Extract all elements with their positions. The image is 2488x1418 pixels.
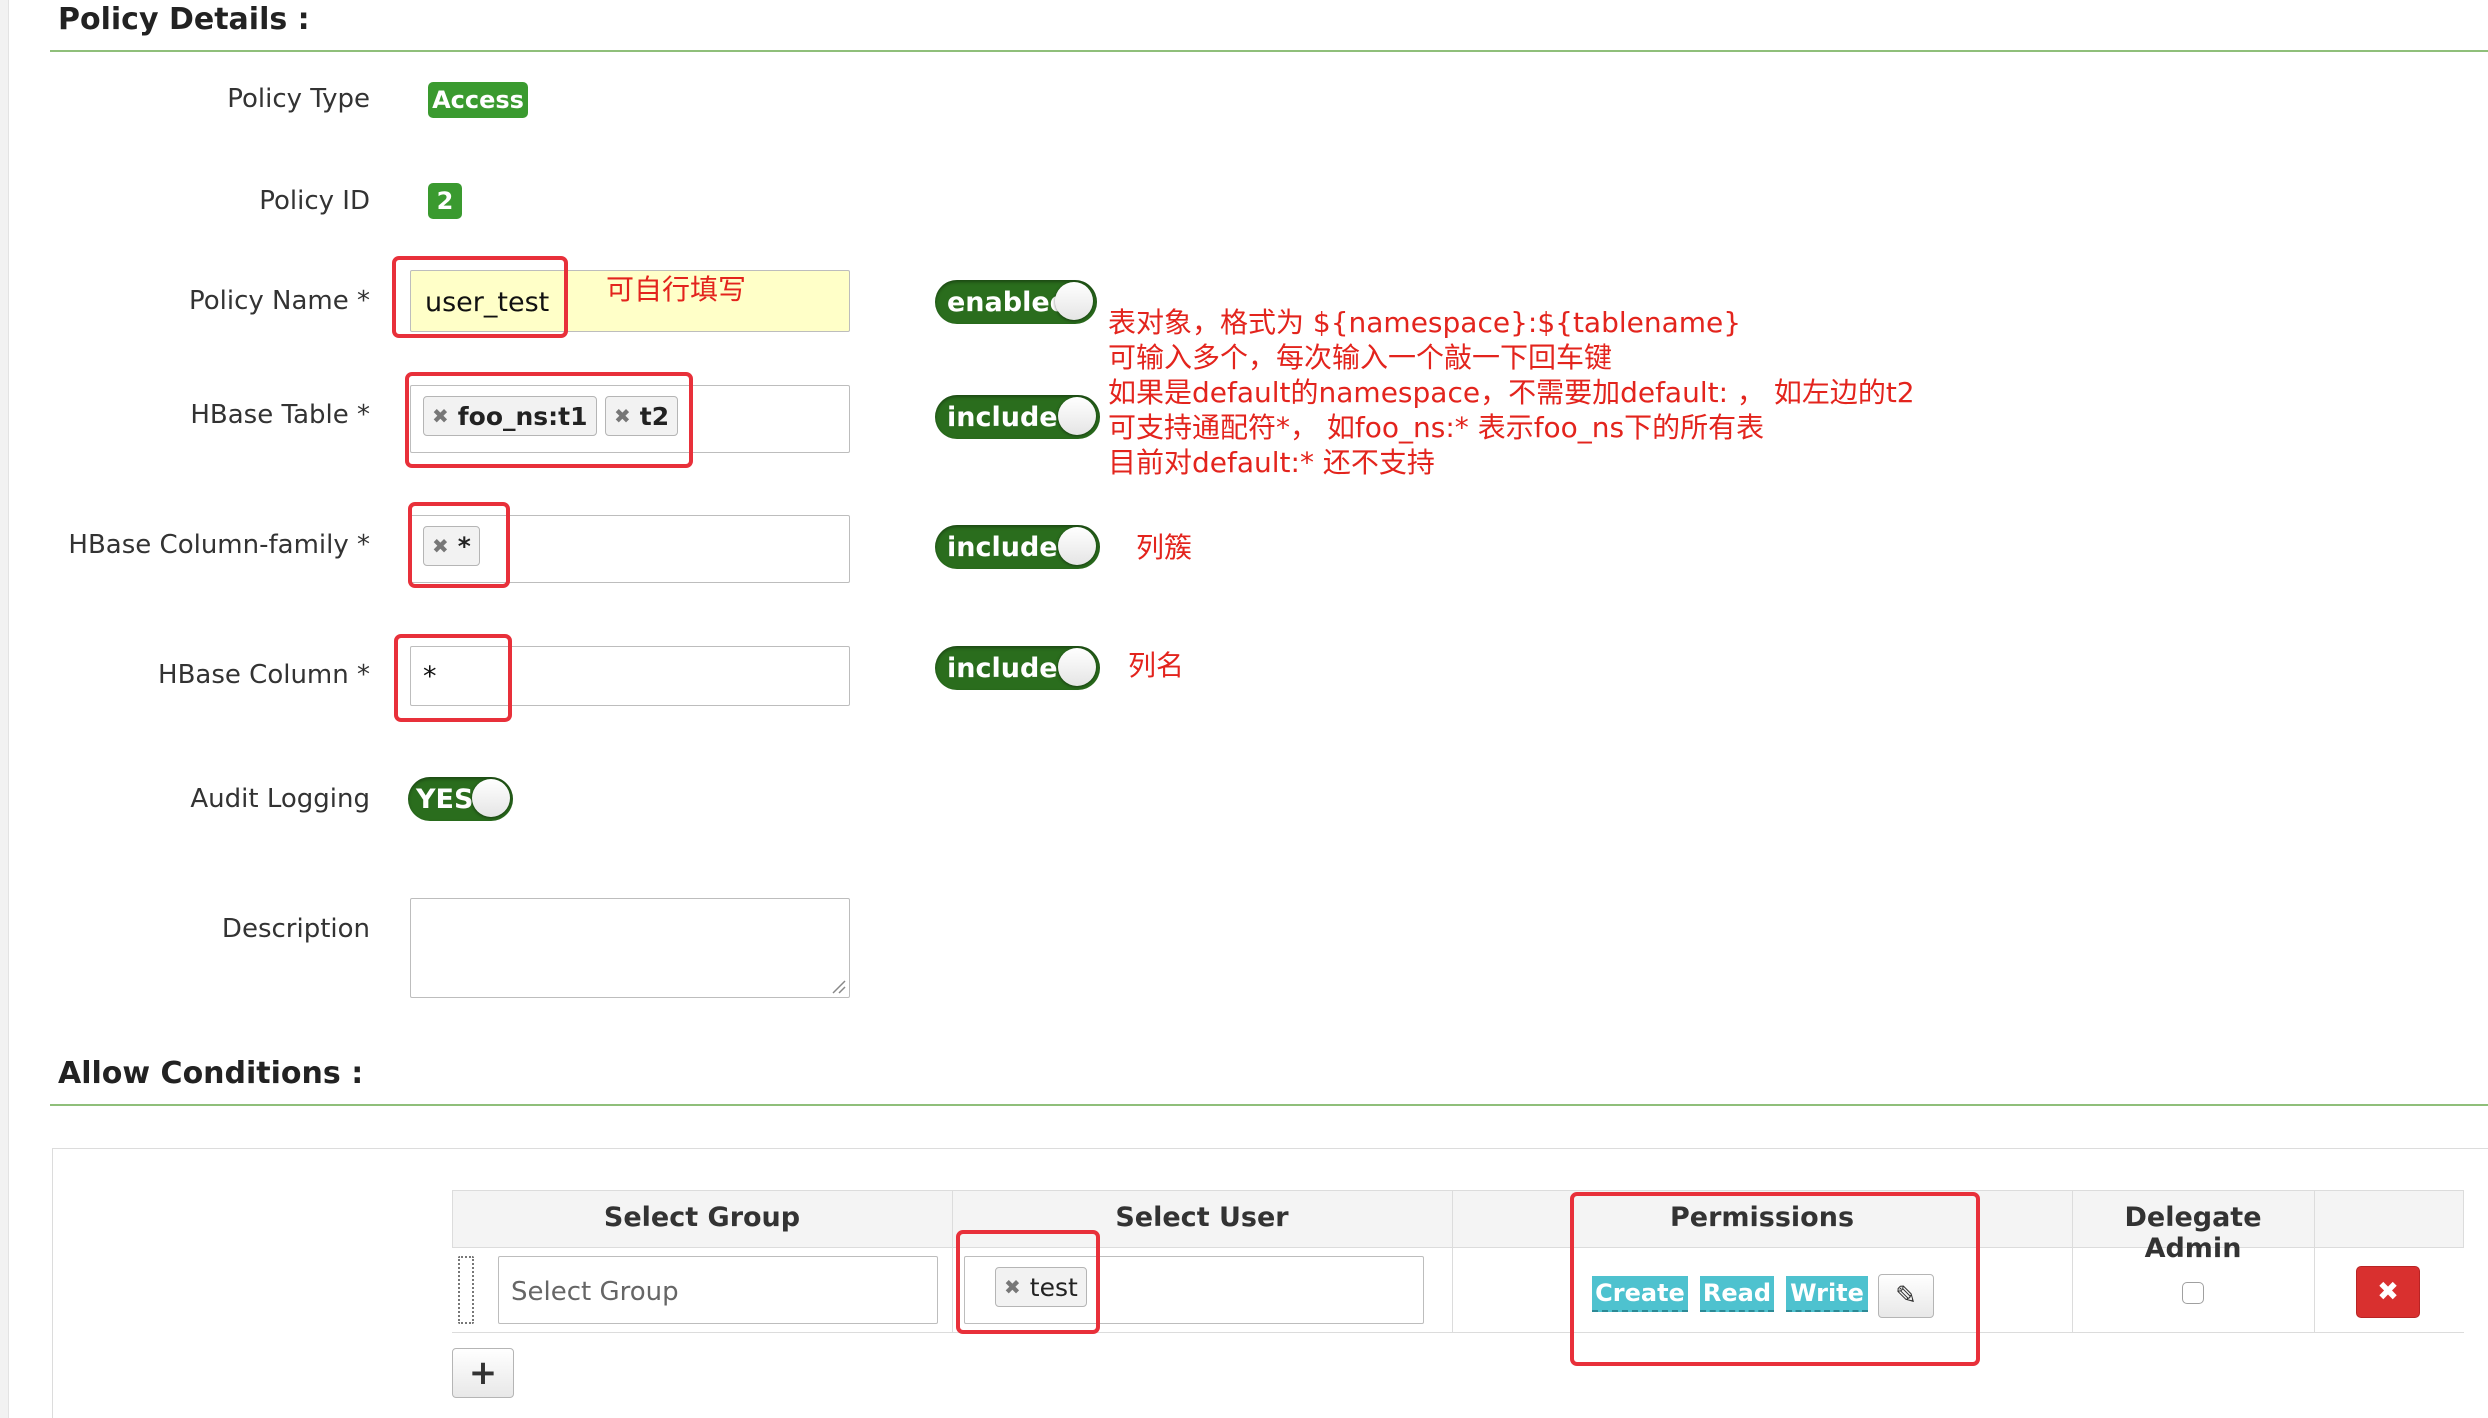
allow-conditions-divider [50,1104,2488,1106]
annotation-line: 表对象，格式为 ${namespace}:${tablename} [1108,306,1742,339]
select-group-placeholder: Select Group [511,1277,679,1307]
add-condition-button[interactable]: + [452,1348,514,1398]
policy-details-title: Policy Details : [58,2,310,37]
allow-conditions-title: Allow Conditions : [58,1056,364,1091]
toggle-knob [1058,648,1096,686]
column-family-include-toggle[interactable]: include [935,525,1100,569]
annotation-box-column [394,634,512,722]
annotation-box-hbase-table [405,372,693,468]
plus-icon: + [468,1353,498,1393]
annotation-line: 可输入多个，每次输入一个敲一下回车键 [1108,341,1613,374]
hbase-table-toggle-label: include [947,401,1058,433]
policy-type-label: Policy Type [227,84,370,114]
description-textarea[interactable] [410,898,850,998]
header-delegate-admin: Delegate Admin [2124,1202,2262,1264]
annotation-box-select-user [956,1230,1100,1334]
annotation-line: 如果是default的namespace，不需要加default: ， 如左边的… [1108,376,1915,409]
annotation-box-permissions [1570,1192,1980,1366]
annotation-column: 列名 [1128,649,1185,682]
policy-enabled-toggle-label: enabled [947,286,1069,318]
annotation-line: 目前对default:* 还不支持 [1108,446,1435,479]
column-family-label: HBase Column-family * [68,530,370,560]
toggle-knob [1055,282,1093,320]
audit-logging-label: Audit Logging [190,784,370,814]
annotation-box-policy-name [392,256,568,338]
hbase-table-label: HBase Table * [190,400,370,430]
delete-x-icon: ✖ [2377,1277,2399,1307]
toggle-knob [1058,397,1096,435]
policy-name-label: Policy Name * [188,286,370,316]
delete-row-button[interactable]: ✖ [2356,1266,2420,1318]
column-divider [2314,1190,2315,1332]
annotation-column-family: 列簇 [1136,531,1193,564]
audit-logging-toggle-label: YES [416,783,474,815]
toggle-knob [472,779,510,817]
header-select-user: Select User [1115,1202,1289,1233]
select-group-input[interactable]: Select Group [498,1256,938,1324]
audit-logging-toggle[interactable]: YES [408,777,513,821]
description-label: Description [221,914,370,944]
column-toggle-label: include [947,652,1058,684]
header-select-group: Select Group [603,1202,801,1233]
toggle-knob [1058,527,1096,565]
policy-enabled-toggle[interactable]: enabled [935,280,1097,324]
policy-type-badge: Access [428,82,528,118]
policy-id-badge: 2 [428,183,462,219]
annotation-policy-name: 可自行填写 [606,273,747,306]
left-panel-strip [0,0,9,1418]
column-family-toggle-label: include [947,531,1058,563]
annotation-box-column-family [408,502,510,588]
drag-handle-icon[interactable] [458,1256,474,1324]
resize-handle-icon[interactable] [830,978,846,994]
hbase-table-include-toggle[interactable]: include [935,395,1100,439]
annotation-hbase-table: 表对象，格式为 ${namespace}:${tablename} 可输入多个，… [1108,305,1915,480]
policy-id-label: Policy ID [259,186,370,216]
row-divider [452,1332,2464,1333]
annotation-line: 可支持通配符*， 如foo_ns:* 表示foo_ns下的所有表 [1108,411,1765,444]
policy-details-divider [50,50,2488,52]
delegate-admin-checkbox[interactable] [2182,1282,2204,1304]
column-include-toggle[interactable]: include [935,646,1100,690]
column-label: HBase Column * [158,660,370,690]
